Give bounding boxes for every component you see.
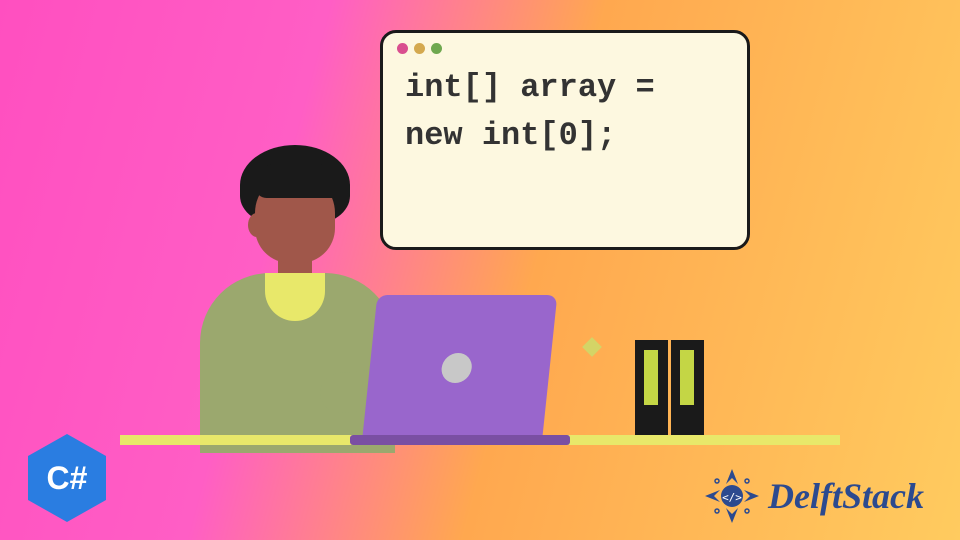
laptop bbox=[370, 295, 550, 435]
laptop-screen bbox=[363, 295, 558, 435]
close-dot-icon bbox=[397, 43, 408, 54]
code-window: int[] array = new int[0]; bbox=[380, 30, 750, 250]
delftstack-text: DelftStack bbox=[768, 475, 924, 517]
binder bbox=[671, 340, 704, 435]
minimize-dot-icon bbox=[414, 43, 425, 54]
code-snippet: int[] array = new int[0]; bbox=[383, 58, 747, 166]
sparkle-icon bbox=[582, 337, 602, 357]
delftstack-logo: </> DelftStack bbox=[702, 466, 924, 526]
hair-front bbox=[255, 163, 337, 198]
laptop-logo bbox=[440, 353, 473, 383]
code-line-1: int[] array = bbox=[405, 69, 655, 106]
csharp-label: C# bbox=[47, 460, 88, 497]
binder bbox=[635, 340, 668, 435]
window-controls bbox=[383, 33, 747, 58]
svg-text:</>: </> bbox=[722, 491, 742, 504]
maximize-dot-icon bbox=[431, 43, 442, 54]
binders bbox=[635, 340, 707, 435]
csharp-badge: C# bbox=[28, 434, 106, 522]
code-line-2: new int[0]; bbox=[405, 117, 616, 154]
laptop-base bbox=[350, 435, 570, 445]
delftstack-icon: </> bbox=[702, 466, 762, 526]
